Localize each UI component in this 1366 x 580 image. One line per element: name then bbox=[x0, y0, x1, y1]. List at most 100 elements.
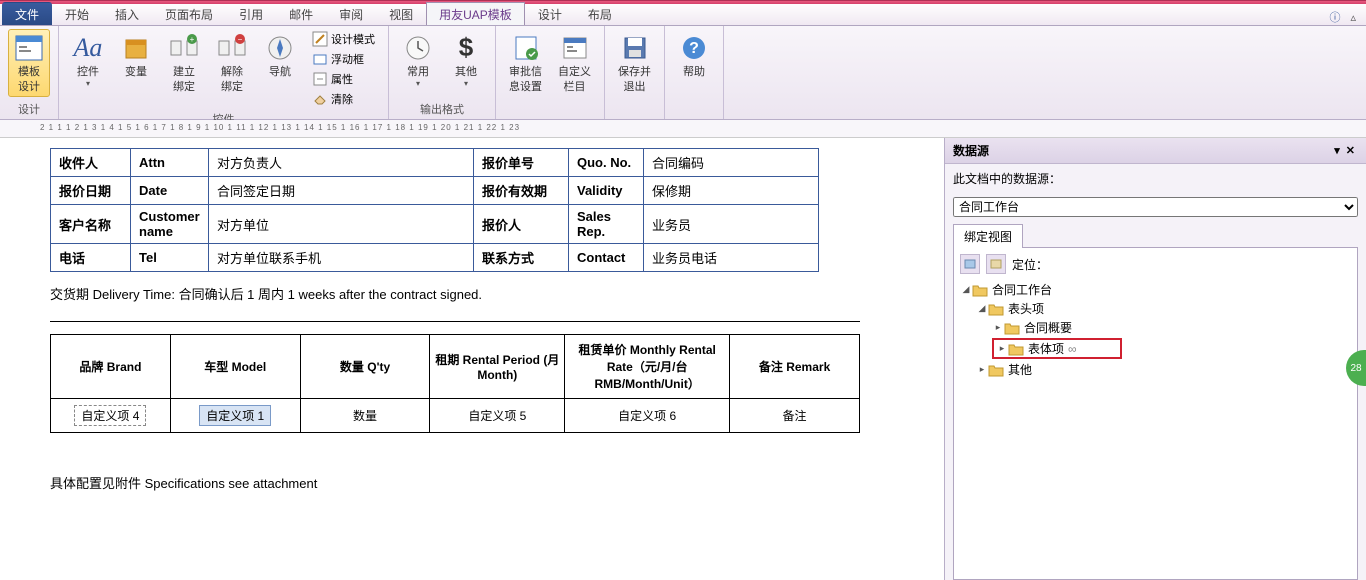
tab-uap[interactable]: 用友UAP模板 bbox=[426, 2, 525, 25]
group-controls: Aa 控件▾ 变量 + 建立绑定 − 解除绑定 导航 设计模式 浮动框 bbox=[59, 26, 389, 119]
tab-pagelayout[interactable]: 页面布局 bbox=[152, 2, 226, 25]
tab-insert[interactable]: 插入 bbox=[102, 2, 152, 25]
tab-design[interactable]: 设计 bbox=[525, 2, 575, 25]
panel-dropdown-icon[interactable]: ▾ bbox=[1331, 144, 1343, 157]
design-mode-icon bbox=[312, 31, 328, 47]
float-button[interactable]: 浮动框 bbox=[307, 49, 380, 69]
save-exit-button[interactable]: 保存并退出 bbox=[613, 29, 656, 97]
cell[interactable]: 报价有效期 bbox=[474, 177, 569, 205]
tree-other[interactable]: ▸ 其他 bbox=[960, 360, 1351, 379]
th-brand[interactable]: 品牌 Brand bbox=[51, 335, 171, 399]
cell[interactable]: 对方单位联系手机 bbox=[209, 244, 474, 272]
custom-button[interactable]: 自定义栏目 bbox=[553, 29, 596, 97]
other-button[interactable]: $ 其他▾ bbox=[445, 29, 487, 92]
document-area[interactable]: 收件人 Attn 对方负责人 报价单号 Quo. No. 合同编码 报价日期 D… bbox=[0, 138, 944, 580]
help-button[interactable]: ? 帮助 bbox=[673, 29, 715, 82]
th-remark[interactable]: 备注 Remark bbox=[730, 335, 860, 399]
delivery-paragraph[interactable]: 交货期 Delivery Time: 合同确认后 1 周内 1 weeks af… bbox=[50, 284, 934, 303]
body-table[interactable]: 品牌 Brand 车型 Model 数量 Q'ty 租期 Rental Peri… bbox=[50, 334, 860, 433]
clear-button[interactable]: 清除 bbox=[307, 89, 380, 109]
window-controls: ⓘ ▵ bbox=[1329, 9, 1366, 25]
datasource-tree: ◢ 合同工作台 ◢ 表头项 ▸ 合同概要 ▸ bbox=[960, 280, 1351, 379]
control-stack: 设计模式 浮动框 属性 清除 bbox=[307, 29, 380, 109]
twisty-icon[interactable]: ◢ bbox=[960, 284, 972, 295]
approve-button[interactable]: 审批信息设置 bbox=[504, 29, 547, 97]
field-custom1[interactable]: 自定义项 1 bbox=[199, 405, 271, 426]
tool-icon-2[interactable] bbox=[986, 254, 1006, 274]
tree-head[interactable]: ◢ 表头项 bbox=[960, 299, 1351, 318]
bind-button[interactable]: + 建立绑定 bbox=[163, 29, 205, 97]
tab-review[interactable]: 审阅 bbox=[326, 2, 376, 25]
td-period[interactable]: 自定义项 5 bbox=[430, 399, 565, 433]
header-table[interactable]: 收件人 Attn 对方负责人 报价单号 Quo. No. 合同编码 报价日期 D… bbox=[50, 148, 819, 272]
th-rate[interactable]: 租赁单价 Monthly Rental Rate（元/月/台 RMB/Month… bbox=[565, 335, 730, 399]
cell[interactable]: Date bbox=[131, 177, 209, 205]
clear-icon bbox=[312, 91, 328, 107]
help-icon[interactable]: ⓘ bbox=[1329, 9, 1340, 25]
cell[interactable]: 合同编码 bbox=[644, 149, 819, 177]
cell[interactable]: 收件人 bbox=[51, 149, 131, 177]
template-design-button[interactable]: 模板设计 bbox=[8, 29, 50, 97]
cell[interactable]: 对方单位 bbox=[209, 205, 474, 244]
locate-label: 定位： bbox=[1012, 256, 1048, 273]
twisty-icon[interactable]: ◢ bbox=[976, 303, 988, 314]
cell[interactable]: Validity bbox=[569, 177, 644, 205]
cell[interactable]: 联系方式 bbox=[474, 244, 569, 272]
unbind-button[interactable]: − 解除绑定 bbox=[211, 29, 253, 97]
nav-button[interactable]: 导航 bbox=[259, 29, 301, 82]
td-model[interactable]: 自定义项 1 bbox=[170, 399, 300, 433]
common-button[interactable]: 常用▾ bbox=[397, 29, 439, 92]
td-remark[interactable]: 备注 bbox=[730, 399, 860, 433]
cell[interactable]: 客户名称 bbox=[51, 205, 131, 244]
tab-file[interactable]: 文件 bbox=[2, 2, 52, 25]
cell[interactable]: Customer name bbox=[131, 205, 209, 244]
tab-mail[interactable]: 邮件 bbox=[276, 2, 326, 25]
tool-icon-1[interactable] bbox=[960, 254, 980, 274]
tree-summary[interactable]: ▸ 合同概要 bbox=[960, 318, 1351, 337]
twisty-icon[interactable]: ▸ bbox=[976, 364, 988, 375]
datasource-select[interactable]: 合同工作台 bbox=[953, 197, 1358, 217]
controls-button[interactable]: Aa 控件▾ bbox=[67, 29, 109, 92]
cell[interactable]: Sales Rep. bbox=[569, 205, 644, 244]
field-custom4[interactable]: 自定义项 4 bbox=[74, 405, 146, 426]
cell[interactable]: Tel bbox=[131, 244, 209, 272]
panel-close-icon[interactable]: ✕ bbox=[1343, 144, 1358, 157]
td-qty[interactable]: 数量 bbox=[300, 399, 430, 433]
table-row: 收件人 Attn 对方负责人 报价单号 Quo. No. 合同编码 bbox=[51, 149, 819, 177]
cell[interactable]: 合同签定日期 bbox=[209, 177, 474, 205]
cell[interactable]: 电话 bbox=[51, 244, 131, 272]
cell[interactable]: 报价日期 bbox=[51, 177, 131, 205]
variable-button[interactable]: 变量 bbox=[115, 29, 157, 82]
tab-layout[interactable]: 布局 bbox=[575, 2, 625, 25]
th-qty[interactable]: 数量 Q'ty bbox=[300, 335, 430, 399]
cell[interactable]: Contact bbox=[569, 244, 644, 272]
th-period[interactable]: 租期 Rental Period (月 Month) bbox=[430, 335, 565, 399]
cell[interactable]: Attn bbox=[131, 149, 209, 177]
tree-root[interactable]: ◢ 合同工作台 bbox=[960, 280, 1351, 299]
th-model[interactable]: 车型 Model bbox=[170, 335, 300, 399]
td-brand[interactable]: 自定义项 4 bbox=[51, 399, 171, 433]
cell[interactable]: 保修期 bbox=[644, 177, 819, 205]
twisty-icon[interactable]: ▸ bbox=[996, 343, 1008, 354]
svg-text:+: + bbox=[190, 35, 195, 44]
cell[interactable]: 业务员 bbox=[644, 205, 819, 244]
cell[interactable]: 业务员电话 bbox=[644, 244, 819, 272]
minimize-ribbon-icon[interactable]: ▵ bbox=[1350, 11, 1356, 24]
tab-view[interactable]: 视图 bbox=[376, 2, 426, 25]
cell[interactable]: 对方负责人 bbox=[209, 149, 474, 177]
design-mode-button[interactable]: 设计模式 bbox=[307, 29, 380, 49]
tree-body-highlighted[interactable]: ▸ 表体项 ∞ bbox=[960, 337, 1351, 360]
tab-home[interactable]: 开始 bbox=[52, 2, 102, 25]
cell[interactable]: 报价单号 bbox=[474, 149, 569, 177]
tab-bind-view[interactable]: 绑定视图 bbox=[953, 224, 1023, 248]
variable-icon bbox=[120, 32, 152, 64]
cell[interactable]: 报价人 bbox=[474, 205, 569, 244]
datasource-panel: 数据源 ▾ ✕ 此文档中的数据源： 合同工作台 绑定视图 定位： ◢ bbox=[944, 138, 1366, 580]
cell[interactable]: Quo. No. bbox=[569, 149, 644, 177]
property-button[interactable]: 属性 bbox=[307, 69, 380, 89]
twisty-icon[interactable]: ▸ bbox=[992, 322, 1004, 333]
font-icon: Aa bbox=[72, 32, 104, 64]
spec-paragraph[interactable]: 具体配置见附件 Specifications see attachment bbox=[50, 473, 934, 492]
tab-reference[interactable]: 引用 bbox=[226, 2, 276, 25]
td-rate[interactable]: 自定义项 6 bbox=[565, 399, 730, 433]
